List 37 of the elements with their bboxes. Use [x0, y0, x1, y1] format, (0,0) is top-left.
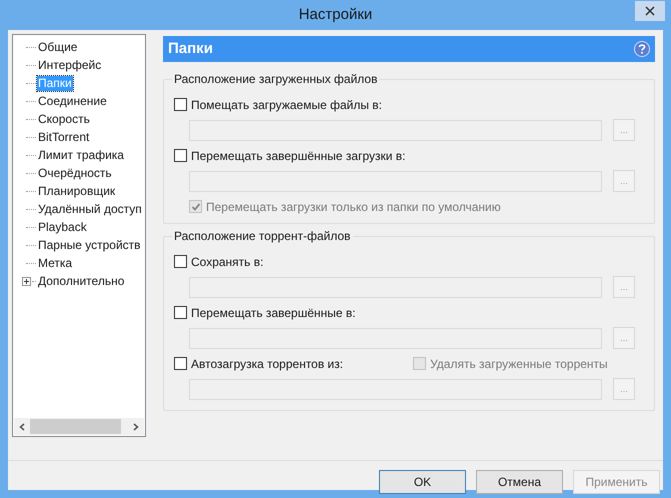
close-icon — [645, 6, 655, 16]
tree-item[interactable]: Лимит трафика — [37, 148, 125, 162]
checkbox[interactable] — [174, 357, 187, 370]
tree-item[interactable]: Парные устройств — [37, 238, 142, 252]
scroll-left-icon[interactable] — [19, 422, 25, 430]
checkbox-label[interactable]: Перемещать завершённые загрузки в: — [191, 146, 406, 164]
tree-item[interactable]: Дополнительно — [37, 274, 126, 288]
checkbox-label[interactable]: Сохранять в: — [191, 252, 264, 270]
tree-item[interactable]: Общие — [37, 40, 78, 54]
group-title: Расположение торрент-файлов — [172, 229, 353, 244]
group-title: Расположение загруженных файлов — [172, 72, 380, 87]
checkbox[interactable] — [174, 306, 187, 319]
checkbox-label[interactable]: Помещать загружаемые файлы в: — [191, 96, 382, 114]
tree-item[interactable]: Интерфейс — [37, 58, 102, 72]
help-icon[interactable] — [634, 41, 650, 57]
checkbox[interactable] — [174, 149, 187, 162]
tree-item[interactable]: Соединение — [37, 94, 108, 108]
tree-item[interactable]: Playback — [37, 220, 88, 234]
expand-icon[interactable] — [22, 276, 31, 286]
tree-item[interactable]: Планировщик — [37, 184, 116, 198]
checkbox[interactable] — [174, 98, 187, 111]
horizontal-scrollbar[interactable] — [14, 418, 144, 435]
close-button[interactable] — [635, 1, 665, 21]
tree-item[interactable]: BitTorrent — [37, 130, 90, 144]
section-title: Папки — [168, 38, 213, 59]
tree-item[interactable]: Метка — [37, 256, 74, 270]
scroll-right-icon[interactable] — [133, 422, 139, 430]
scroll-thumb[interactable] — [30, 419, 121, 434]
window-title: Настройки — [298, 4, 372, 25]
dialog-button[interactable]: Отмена — [476, 470, 563, 494]
checkbox[interactable] — [174, 255, 187, 268]
tree-item[interactable]: Очерёдность — [37, 166, 113, 180]
checkbox-label[interactable]: Автозагрузка торрентов из: — [191, 354, 344, 372]
checkbox-label[interactable]: Перемещать завершённые в: — [191, 304, 356, 322]
tree-item[interactable]: Скорость — [37, 112, 91, 126]
tree-item[interactable]: Удалённый доступ — [37, 202, 143, 216]
dialog-button[interactable]: OK — [379, 470, 466, 494]
